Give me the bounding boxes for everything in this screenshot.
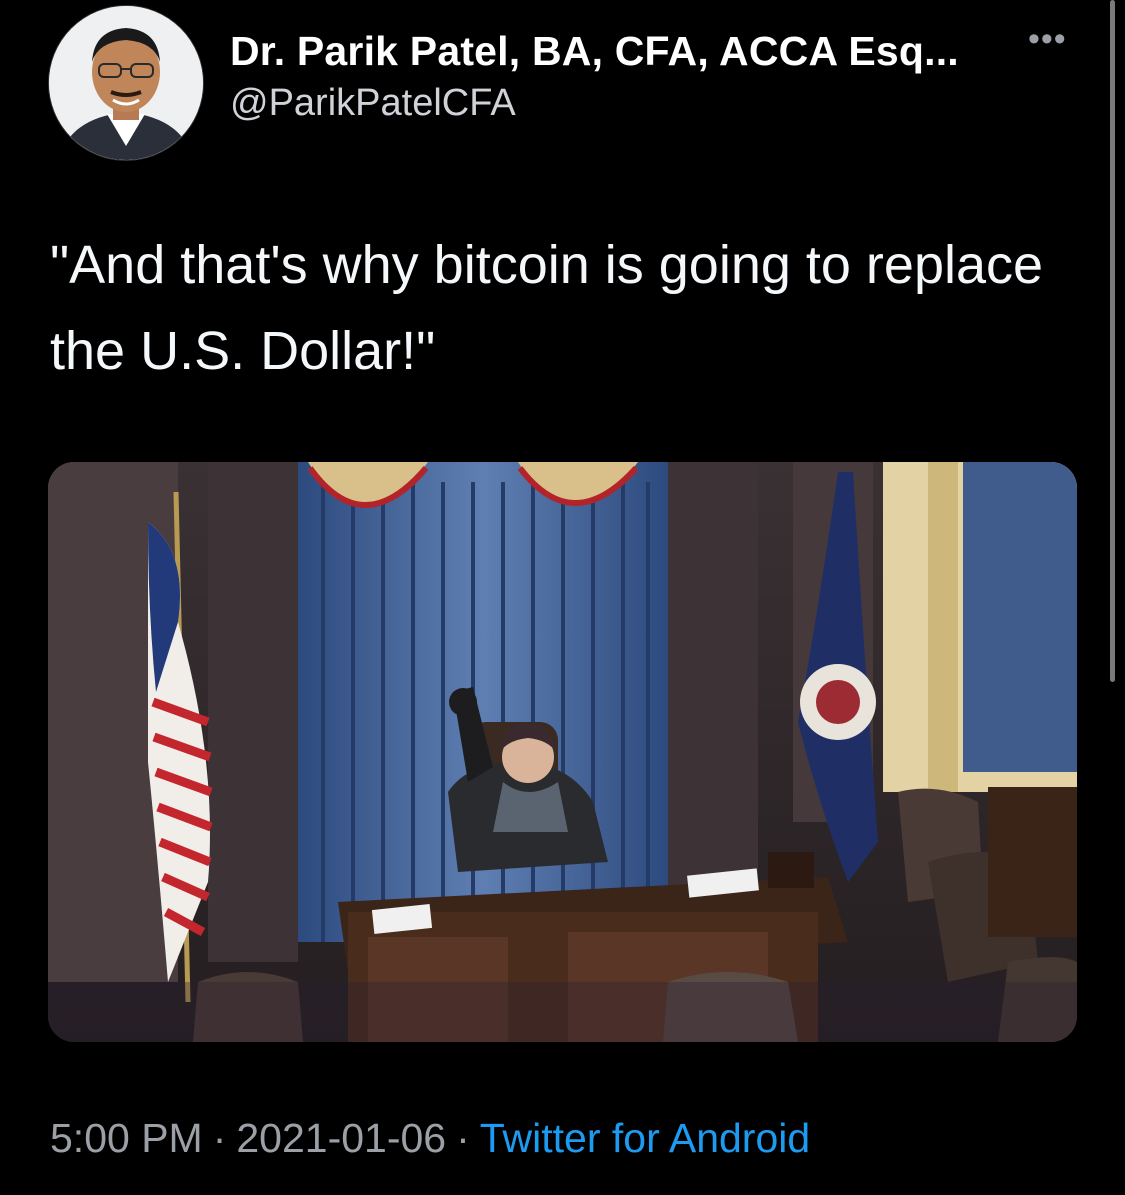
tweet-metadata: 5:00 PM · 2021-01-06 · Twitter for Android [50, 1115, 810, 1162]
more-options-icon[interactable]: ••• [1028, 20, 1067, 59]
tweet-view: Dr. Parik Patel, BA, CFA, ACCA Esq... @P… [0, 0, 1125, 1195]
avatar-portrait-image [49, 6, 203, 160]
scrollbar-thumb[interactable] [1110, 0, 1115, 682]
tweet-source-link[interactable]: Twitter for Android [480, 1115, 810, 1161]
tweet-text: "And that's why bitcoin is going to repl… [50, 235, 1044, 381]
avatar[interactable] [48, 5, 204, 161]
author-handle[interactable]: @ParikPatelCFA [230, 82, 516, 125]
tweet-time[interactable]: 5:00 PM [50, 1115, 203, 1161]
tweet-date[interactable]: 2021-01-06 [236, 1115, 446, 1161]
author-display-name[interactable]: Dr. Parik Patel, BA, CFA, ACCA Esq... [230, 28, 959, 75]
senate-chamber-photo [48, 462, 1077, 1042]
tweet-media-photo[interactable] [48, 462, 1077, 1042]
meta-separator: · [212, 1115, 227, 1161]
meta-separator: · [456, 1115, 470, 1161]
